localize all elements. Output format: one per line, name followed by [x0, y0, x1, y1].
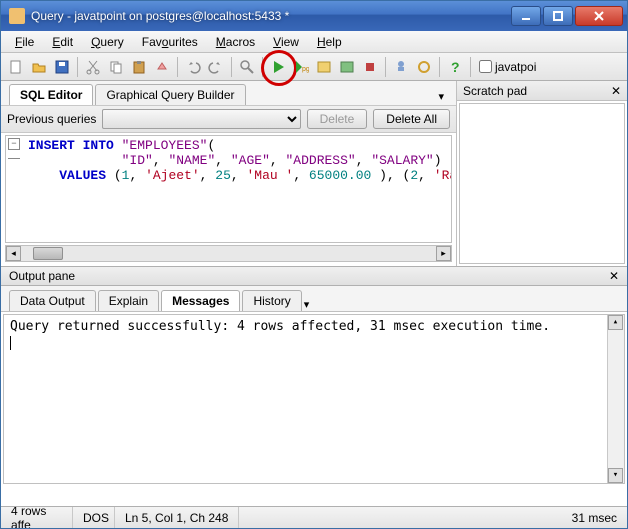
- settings-icon[interactable]: [413, 56, 435, 78]
- scroll-right-icon[interactable]: ▸: [436, 246, 451, 261]
- messages-output[interactable]: Query returned successfully: 4 rows affe…: [3, 314, 625, 484]
- scroll-thumb[interactable]: [33, 247, 63, 260]
- help-icon[interactable]: ?: [444, 56, 466, 78]
- minimize-button[interactable]: [511, 6, 541, 26]
- message-line: Query returned successfully: 4 rows affe…: [10, 319, 618, 335]
- sql-text[interactable]: INSERT INTO "EMPLOYEES"( "ID", "NAME", "…: [6, 136, 451, 185]
- menu-bar: File Edit Query Favourites Macros View H…: [1, 31, 627, 53]
- save-icon[interactable]: [51, 56, 73, 78]
- scratch-title: Scratch pad: [463, 84, 527, 98]
- menu-query[interactable]: Query: [83, 33, 132, 51]
- tabs-dropdown-icon[interactable]: ▾: [434, 88, 448, 105]
- new-icon[interactable]: [5, 56, 27, 78]
- db-checkbox[interactable]: javatpoi: [475, 60, 540, 74]
- output-tabs: Data Output Explain Messages History ▾: [1, 286, 627, 312]
- undo-icon[interactable]: [182, 56, 204, 78]
- output-vscrollbar[interactable]: ▴ ▾: [607, 315, 624, 483]
- delete-button[interactable]: Delete: [307, 109, 368, 129]
- db-check-label: javatpoi: [495, 60, 536, 74]
- text-cursor: [10, 336, 11, 350]
- fold-end-icon: [8, 151, 20, 159]
- find-icon[interactable]: [236, 56, 258, 78]
- redo-icon[interactable]: [205, 56, 227, 78]
- output-pane-close-icon[interactable]: ✕: [609, 269, 619, 283]
- menu-help[interactable]: Help: [309, 33, 350, 51]
- title-bar: Query - javatpoint on postgres@localhost…: [1, 1, 627, 31]
- tab-messages[interactable]: Messages: [161, 290, 240, 311]
- previous-queries-bar: Previous queries Delete Delete All: [1, 105, 456, 133]
- scroll-up-icon[interactable]: ▴: [608, 315, 623, 330]
- sql-editor[interactable]: − INSERT INTO "EMPLOYEES"( "ID", "NAME",…: [5, 135, 452, 243]
- prev-queries-select[interactable]: [102, 109, 300, 129]
- scratch-pad-panel: Scratch pad ✕: [457, 81, 627, 266]
- cancel-icon[interactable]: [359, 56, 381, 78]
- connection-icon[interactable]: [390, 56, 412, 78]
- explain-icon[interactable]: [313, 56, 335, 78]
- menu-macros[interactable]: Macros: [208, 33, 263, 51]
- status-bar: 4 rows affe DOS Ln 5, Col 1, Ch 248 31 m…: [1, 506, 627, 528]
- cut-icon[interactable]: [82, 56, 104, 78]
- output-pane-title: Output pane: [9, 269, 75, 283]
- menu-file[interactable]: File: [7, 33, 42, 51]
- execute-icon[interactable]: [267, 56, 289, 78]
- scratch-pad-area[interactable]: [459, 103, 625, 264]
- editor-tabs: SQL Editor Graphical Query Builder ▾: [1, 81, 456, 105]
- status-time: 31 msec: [562, 507, 627, 528]
- paste-icon[interactable]: [128, 56, 150, 78]
- scroll-down-icon[interactable]: ▾: [608, 468, 623, 483]
- db-check-input[interactable]: [479, 60, 492, 73]
- fold-gutter[interactable]: −: [8, 138, 24, 160]
- prev-queries-label: Previous queries: [7, 112, 96, 126]
- maximize-button[interactable]: [543, 6, 573, 26]
- status-rows: 4 rows affe: [1, 507, 73, 528]
- menu-view[interactable]: View: [265, 33, 307, 51]
- explain-analyze-icon[interactable]: [336, 56, 358, 78]
- fold-minus-icon[interactable]: −: [8, 138, 20, 150]
- output-tabs-dropdown-icon[interactable]: ▾: [304, 298, 310, 311]
- app-icon: [9, 8, 25, 24]
- toolbar: pgS ? javatpoi: [1, 53, 627, 81]
- output-pane-header: Output pane ✕: [1, 266, 627, 286]
- tab-sql-editor[interactable]: SQL Editor: [9, 84, 93, 105]
- scratch-close-icon[interactable]: ✕: [611, 84, 621, 98]
- clear-icon[interactable]: [151, 56, 173, 78]
- tab-history[interactable]: History: [242, 290, 301, 311]
- svg-text:pgS: pgS: [302, 66, 309, 73]
- status-mode: DOS: [73, 507, 115, 528]
- copy-icon[interactable]: [105, 56, 127, 78]
- status-position: Ln 5, Col 1, Ch 248: [115, 507, 239, 528]
- menu-favourites[interactable]: Favourites: [134, 33, 206, 51]
- tab-explain[interactable]: Explain: [98, 290, 159, 311]
- open-icon[interactable]: [28, 56, 50, 78]
- menu-edit[interactable]: Edit: [44, 33, 81, 51]
- execute-pgscript-icon[interactable]: pgS: [290, 56, 312, 78]
- tab-graphical-builder[interactable]: Graphical Query Builder: [95, 84, 245, 105]
- close-button[interactable]: [575, 6, 623, 26]
- window-title: Query - javatpoint on postgres@localhost…: [31, 9, 511, 23]
- scroll-left-icon[interactable]: ◂: [6, 246, 21, 261]
- editor-hscrollbar[interactable]: ◂ ▸: [5, 245, 452, 262]
- delete-all-button[interactable]: Delete All: [373, 109, 450, 129]
- svg-text:?: ?: [451, 59, 460, 75]
- tab-data-output[interactable]: Data Output: [9, 290, 96, 311]
